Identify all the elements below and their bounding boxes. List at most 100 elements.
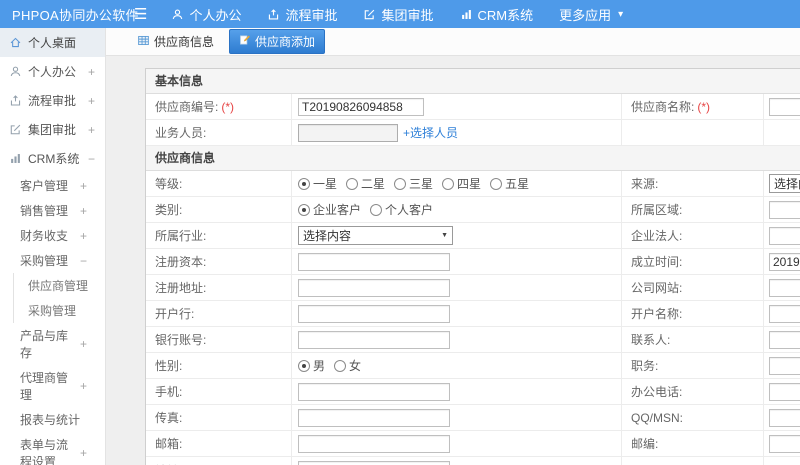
zip-input[interactable] [769, 434, 800, 453]
website-input[interactable] [769, 278, 800, 297]
sidebar-item-purchasing[interactable]: 采购管理 [13, 298, 105, 323]
registered-address-input[interactable] [298, 278, 450, 297]
address-input[interactable] [298, 461, 450, 465]
level-radio[interactable] [442, 177, 455, 190]
form-row: 供应商编号: (*) 供应商名称: (*) [146, 94, 800, 120]
nav-more-apps[interactable]: 更多应用 ▾ [559, 5, 623, 24]
select-person-link[interactable]: +选择人员 [403, 124, 458, 141]
mobile-input[interactable] [298, 382, 450, 401]
legal-person-input[interactable] [769, 226, 800, 245]
industry-select[interactable]: 选择内容 ▼ [298, 226, 453, 245]
sidebar-item-purchase-mgmt[interactable]: 采购管理 − [0, 248, 105, 273]
source-select[interactable]: 选择内容▼ [769, 174, 800, 193]
fax-input[interactable] [298, 408, 450, 427]
expand-icon[interactable]: + [80, 379, 87, 393]
sidebar-item-crm-system[interactable]: CRM系统 − [0, 144, 105, 173]
label-account-name: 开户名称: [631, 307, 683, 321]
expand-icon[interactable]: + [80, 204, 87, 218]
nav-personal-office[interactable]: 个人办公 [171, 5, 241, 24]
top-bar: PHPOA协同办公软件 ☰ 个人办公 流程审批 集团审批 CRM系统 更多应用 … [0, 0, 800, 28]
nav-crm-system[interactable]: CRM系统 [460, 5, 533, 24]
label-mobile: 手机: [155, 385, 183, 399]
expand-icon[interactable]: + [88, 123, 95, 137]
sidebar-item-group-approval[interactable]: 集团审批 + [0, 115, 105, 144]
account-name-input[interactable] [769, 304, 800, 323]
contact-input[interactable] [769, 330, 800, 349]
expand-icon[interactable]: + [88, 94, 95, 108]
expand-icon[interactable]: + [80, 337, 87, 351]
hamburger-menu-icon[interactable]: ☰ [134, 7, 147, 22]
sidebar-item-sales-mgmt[interactable]: 销售管理 + [0, 198, 105, 223]
tab-supplier-info[interactable]: 供应商信息 [131, 29, 220, 54]
region-input[interactable] [769, 200, 800, 219]
sidebar-item-supplier-mgmt[interactable]: 供应商管理 [13, 273, 105, 298]
form-row: 邮箱: 邮编: [146, 431, 800, 457]
sidebar-item-customer-mgmt[interactable]: 客户管理 + [0, 173, 105, 198]
sidebar-item-product-stock[interactable]: 产品与库存 + [0, 323, 105, 365]
sidebar-item-reports[interactable]: 报表与统计 [0, 407, 105, 432]
sidebar-item-label: 个人桌面 [28, 36, 77, 50]
supplier-code-input[interactable] [298, 97, 424, 116]
level-radio[interactable] [394, 177, 407, 190]
sidebar-item-process-approval[interactable]: 流程审批 + [0, 86, 105, 115]
sidebar-item-label: 财务收支 [20, 229, 69, 243]
section-header-basic-info: 基本信息 [146, 69, 800, 94]
sidebar-item-label: 产品与库存 [20, 329, 69, 360]
radio-option-company[interactable]: 企业客户 [298, 201, 361, 218]
label-established-date: 成立时间: [631, 255, 683, 269]
level-radio[interactable] [346, 177, 359, 190]
business-person-input[interactable] [298, 123, 398, 142]
sidebar-item-label: 表单与流程设置 [20, 438, 69, 465]
radio-option-male[interactable]: 男 [298, 357, 325, 374]
radio-option-person[interactable]: 个人客户 [370, 201, 433, 218]
level-radio[interactable] [298, 177, 310, 190]
process-icon [267, 8, 280, 21]
sidebar-item-label: 采购管理 [20, 254, 69, 268]
level-radio[interactable] [490, 177, 503, 190]
form-row: 传真: QQ/MSN: [146, 405, 800, 431]
required-mark: (*) [697, 99, 711, 114]
radio-option-level-1[interactable]: 一星 [298, 175, 337, 192]
form-row: 类别: 企业客户 个人客户 所属区域: [146, 197, 800, 223]
label-bank-account: 银行账号: [155, 333, 207, 347]
radio-option-level-2[interactable]: 二星 [346, 175, 385, 192]
radio-option-level-4[interactable]: 四星 [442, 175, 481, 192]
expand-icon[interactable]: + [88, 65, 95, 79]
radio-option-female[interactable]: 女 [334, 357, 361, 374]
gender-radio[interactable] [334, 359, 347, 372]
nav-process-approval[interactable]: 流程审批 [267, 5, 337, 24]
gender-radio[interactable] [298, 359, 310, 372]
sidebar-item-personal-office[interactable]: 个人办公 + [0, 57, 105, 86]
sidebar-item-personal-desktop[interactable]: 个人桌面 [0, 28, 105, 57]
sidebar-item-agent-mgmt[interactable]: 代理商管理 + [0, 365, 105, 407]
sidebar-item-form-flow-settings[interactable]: 表单与流程设置 + [0, 432, 105, 465]
sidebar-item-finance[interactable]: 财务收支 + [0, 223, 105, 248]
radio-option-level-5[interactable]: 五星 [490, 175, 529, 192]
nav-group-approval[interactable]: 集团审批 [363, 5, 434, 24]
registered-capital-input[interactable] [298, 252, 450, 271]
email-input[interactable] [298, 434, 450, 453]
bank-account-input[interactable] [298, 330, 450, 349]
collapse-icon[interactable]: − [80, 254, 87, 268]
label-source: 来源: [631, 177, 659, 191]
level-radio-group: 一星 二星 三星 四星 五星 [298, 175, 538, 192]
office-phone-input[interactable] [769, 382, 800, 401]
tab-supplier-add[interactable]: 供应商添加 [229, 29, 326, 54]
category-radio[interactable] [370, 203, 383, 216]
supplier-name-input[interactable] [769, 97, 800, 116]
bank-input[interactable] [298, 304, 450, 323]
label-supplier-code: 供应商编号: [155, 100, 219, 114]
form-row: 注册地址: 公司网站: [146, 275, 800, 301]
qq-msn-input[interactable] [769, 408, 800, 427]
form-table: 基本信息 供应商编号: (*) 供应商名称: (*) [145, 68, 800, 465]
expand-icon[interactable]: + [80, 179, 87, 193]
position-input[interactable] [769, 356, 800, 375]
established-date-input[interactable] [769, 252, 800, 271]
sidebar-item-label: 代理商管理 [20, 371, 69, 402]
expand-icon[interactable]: + [80, 446, 87, 460]
radio-option-level-3[interactable]: 三星 [394, 175, 433, 192]
label-registered-capital: 注册资本: [155, 255, 207, 269]
collapse-icon[interactable]: − [88, 152, 95, 166]
category-radio[interactable] [298, 203, 310, 216]
expand-icon[interactable]: + [80, 229, 87, 243]
